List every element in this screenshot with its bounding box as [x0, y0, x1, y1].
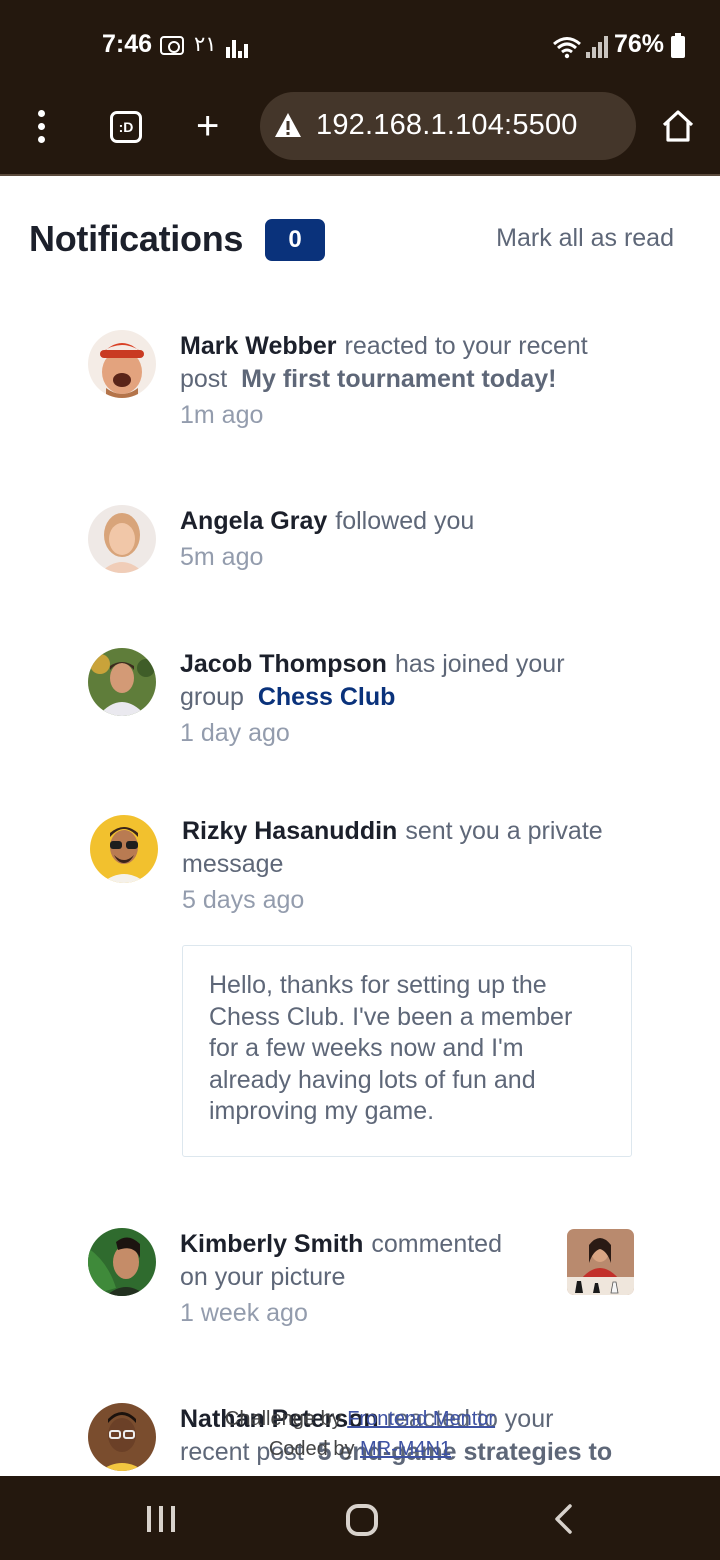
- frontend-mentor-link[interactable]: Frontend Mentor: [347, 1408, 495, 1430]
- user-name[interactable]: Angela Gray: [180, 507, 327, 535]
- post-link[interactable]: My first tournament today!: [241, 365, 556, 393]
- avatar[interactable]: [90, 815, 158, 883]
- avatar[interactable]: [88, 505, 156, 573]
- notification-time: 1m ago: [180, 401, 264, 429]
- tabs-icon[interactable]: :D: [110, 111, 142, 143]
- notification-text: Mark Webber reacted to your recent post M…: [180, 330, 628, 432]
- unread-count-badge: 0: [265, 219, 325, 261]
- browser-toolbar: :D + 192.168.1.104:5500: [0, 92, 720, 176]
- battery-percent: 76%: [614, 30, 665, 58]
- notification-text: Kimberly Smith commented on your picture …: [180, 1228, 530, 1330]
- user-name[interactable]: Rizky Hasanuddin: [182, 817, 397, 845]
- status-indicator-text: ٢١: [194, 32, 217, 56]
- notification-text: Rizky Hasanuddin sent you a private messa…: [182, 815, 630, 917]
- notification-time: 5m ago: [180, 543, 264, 571]
- menu-dots-icon[interactable]: [30, 110, 54, 144]
- camera-icon: [160, 36, 184, 55]
- avatar[interactable]: [88, 1228, 156, 1296]
- challenge-prefix: Challenge by: [224, 1408, 342, 1430]
- mark-all-read-button[interactable]: Mark all as read: [496, 224, 674, 253]
- page-header: Notifications 0 Mark all as read: [29, 218, 689, 268]
- notification-text: Angela Gray followed you 5m ago: [180, 505, 628, 574]
- battery-icon: [671, 33, 685, 58]
- user-name[interactable]: Jacob Thompson: [180, 650, 387, 678]
- author-link[interactable]: MR-M4N1: [360, 1438, 451, 1460]
- home-icon[interactable]: [660, 108, 696, 144]
- url-text[interactable]: 192.168.1.104:5500: [316, 109, 578, 142]
- group-link[interactable]: Chess Club: [258, 683, 396, 711]
- user-name[interactable]: Mark Webber: [180, 332, 337, 360]
- signal-bars-icon: [226, 36, 248, 58]
- status-time: 7:46: [102, 30, 153, 58]
- notification-time: 1 day ago: [180, 719, 290, 747]
- attribution: Challenge by Frontend Mentor Coded by MR…: [0, 1404, 720, 1464]
- address-bar[interactable]: 192.168.1.104:5500: [260, 92, 636, 160]
- commented-picture-thumbnail[interactable]: [567, 1229, 634, 1295]
- page-title: Notifications: [29, 218, 244, 259]
- notification-text: Jacob Thompson has joined your group Ches…: [180, 648, 628, 750]
- recent-apps-icon[interactable]: [145, 1506, 177, 1532]
- plus-icon[interactable]: +: [196, 102, 219, 150]
- notification-time: 5 days ago: [182, 886, 305, 914]
- user-name[interactable]: Kimberly Smith: [180, 1230, 363, 1258]
- avatar[interactable]: [88, 648, 156, 716]
- warning-icon[interactable]: [274, 112, 302, 138]
- home-circle-icon[interactable]: [346, 1504, 378, 1536]
- notification-time: 1 week ago: [180, 1299, 308, 1327]
- avatar[interactable]: [88, 330, 156, 398]
- notifications-page: Notifications 0 Mark all as read Mark We…: [0, 176, 720, 1476]
- notification-action: followed you: [335, 507, 475, 535]
- navigation-bar: [0, 1476, 720, 1560]
- cell-signal-icon: [586, 36, 608, 58]
- back-icon[interactable]: [552, 1504, 576, 1534]
- private-message[interactable]: Hello, thanks for setting up the Chess C…: [182, 945, 632, 1157]
- wifi-icon: [553, 37, 581, 59]
- coded-prefix: Coded by: [268, 1438, 355, 1460]
- status-bar: 7:46 ٢١ 76%: [0, 0, 720, 92]
